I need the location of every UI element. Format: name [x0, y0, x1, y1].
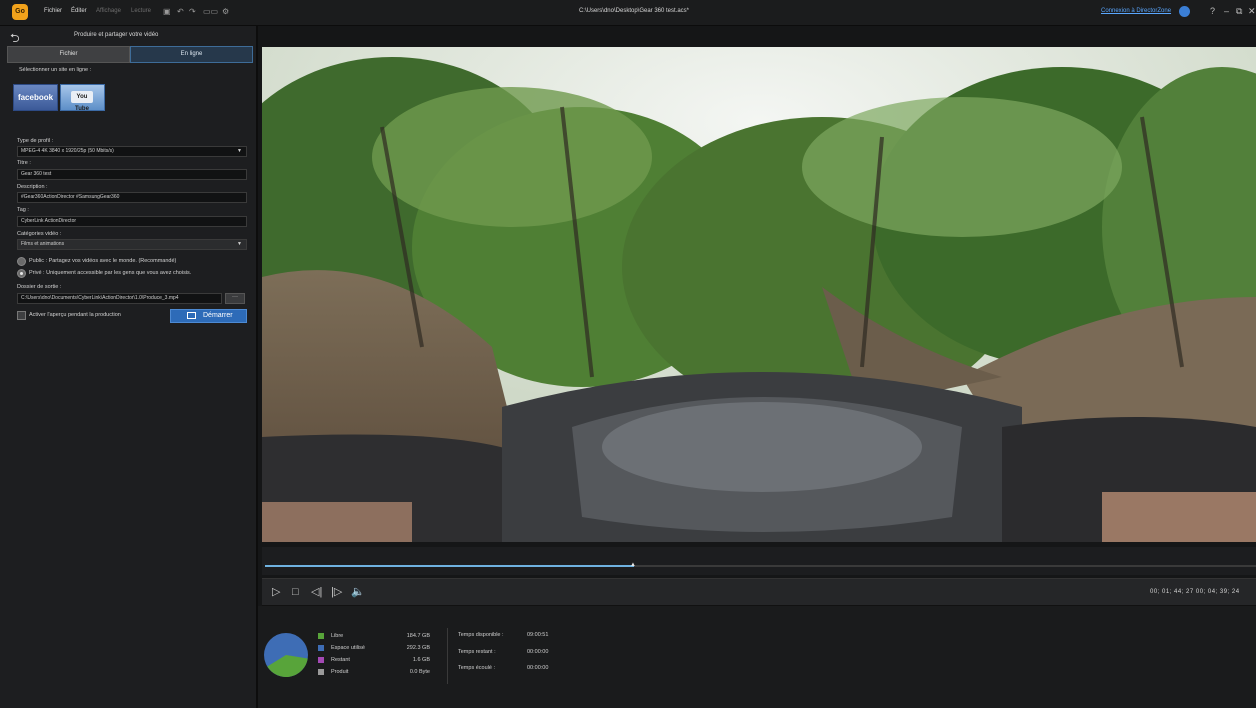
- volume-icon[interactable]: 🔈: [351, 586, 365, 598]
- youtube-logo-icon: You Tube: [71, 91, 93, 112]
- stop-icon[interactable]: □: [292, 586, 299, 598]
- produce-icon: [187, 312, 196, 319]
- youtube-site-button[interactable]: You Tube: [60, 84, 105, 112]
- legend-restant-swatch: [318, 657, 324, 663]
- minimize-button[interactable]: –: [1224, 5, 1229, 17]
- previous-frame-icon[interactable]: ◁|: [311, 586, 322, 598]
- legend-libre-label: Libre: [331, 633, 344, 639]
- close-button[interactable]: ✕: [1248, 5, 1256, 17]
- play-icon[interactable]: ▷: [272, 586, 280, 598]
- browse-button[interactable]: ···: [225, 293, 245, 304]
- output-folder-label: Dossier de sortie :: [17, 284, 62, 290]
- facebook-site-button[interactable]: facebook: [13, 84, 58, 111]
- tab-fichier[interactable]: Fichier: [7, 46, 130, 63]
- timecode-display: 00; 01; 44; 27 00; 04; 39; 24: [1150, 589, 1240, 595]
- time-elapsed-value: 00:00:00: [527, 665, 549, 671]
- redo-icon[interactable]: ↷: [189, 7, 196, 17]
- output-path-input[interactable]: C:\Users\dno\Documents\CyberLink\ActionD…: [17, 293, 222, 304]
- time-available-value: 09:00:51: [527, 632, 549, 638]
- description-input[interactable]: #Gear360ActionDirector #SamsungGear360: [17, 192, 247, 203]
- category-dropdown[interactable]: Films et animations ▼: [17, 239, 247, 250]
- panel-title: Produire et partager votre vidéo: [74, 32, 159, 38]
- menu-editer[interactable]: Éditer: [71, 8, 87, 14]
- profile-type-dropdown[interactable]: MPEG-4 4K 3840 x 1920/25p (50 Mbits/s) ▼: [17, 146, 247, 157]
- title-input[interactable]: Gear 360 test: [17, 169, 247, 180]
- category-value: Films et animations: [21, 241, 65, 247]
- preview-label: Activer l'aperçu pendant la production: [29, 312, 121, 318]
- legend-used-swatch: [318, 645, 324, 651]
- tag-input[interactable]: CyberLink ActionDirector: [17, 216, 247, 227]
- profile-type-label: Type de profil :: [17, 138, 54, 144]
- tag-label: Tag :: [17, 207, 29, 213]
- settings-gear-icon[interactable]: ⚙: [222, 7, 229, 17]
- directorzone-account-icon[interactable]: [1179, 6, 1190, 17]
- menu-fichier[interactable]: Fichier: [44, 8, 62, 14]
- site-select-label: Sélectionner un site en ligne :: [19, 67, 92, 73]
- start-button-label: Démarrer: [203, 312, 233, 319]
- snapshot-icon[interactable]: ▭▭: [203, 7, 218, 17]
- playback-controls: [262, 578, 1256, 606]
- video-preview[interactable]: [262, 47, 1256, 542]
- menu-lecture[interactable]: Lecture: [131, 8, 151, 14]
- legend-produit-swatch: [318, 669, 324, 675]
- category-label: Catégories vidéo :: [17, 231, 62, 237]
- start-button[interactable]: Démarrer: [170, 309, 247, 323]
- produce-panel: [0, 26, 258, 708]
- legend-produit-value: 0.0 Byte: [409, 669, 430, 675]
- description-label: Description :: [17, 184, 48, 190]
- disk-usage-pie-chart: [264, 633, 308, 677]
- undo-icon[interactable]: ↶: [177, 7, 184, 17]
- privacy-private-radio[interactable]: [17, 269, 26, 278]
- chevron-down-icon: ▼: [237, 241, 242, 247]
- seek-progress: [265, 565, 634, 567]
- time-remaining-label: Temps restant :: [458, 649, 496, 655]
- tab-en-ligne[interactable]: En ligne: [130, 46, 253, 63]
- time-elapsed-label: Temps écoulé :: [458, 665, 495, 671]
- help-button[interactable]: ?: [1210, 5, 1215, 17]
- privacy-public-label: Public : Partagez vos vidéos avec le mon…: [29, 258, 177, 264]
- next-frame-icon[interactable]: |▷: [331, 586, 342, 598]
- save-icon[interactable]: ▣: [163, 7, 171, 17]
- menu-affichage[interactable]: Affichage: [96, 8, 121, 14]
- legend-restant-label: Restant: [331, 657, 350, 663]
- legend-libre-value: 184.7 GB: [406, 633, 430, 639]
- title-label: Titre :: [17, 160, 31, 166]
- app-logo-icon: Go: [12, 4, 28, 20]
- window-title: C:\Users\dno\Desktop\Gear 360 test.acs*: [578, 8, 690, 14]
- seek-bar-area: [262, 547, 1256, 575]
- legend-used-value: 292.3 GB: [406, 645, 430, 651]
- chevron-down-icon: ▼: [237, 148, 242, 154]
- profile-type-value: MPEG-4 4K 3840 x 1920/25p (50 Mbits/s): [21, 148, 114, 154]
- legend-restant-value: 1.6 GB: [412, 657, 430, 663]
- preview-checkbox[interactable]: [17, 311, 26, 320]
- seek-handle[interactable]: ▲: [630, 562, 636, 568]
- maximize-button[interactable]: ⧉: [1236, 5, 1242, 17]
- legend-produit-label: Produit: [331, 669, 349, 675]
- legend-libre-swatch: [318, 633, 324, 639]
- info-divider: [447, 628, 448, 684]
- privacy-public-radio[interactable]: [17, 257, 26, 266]
- directorzone-login-link[interactable]: Connexion à DirectorZone: [1101, 8, 1171, 14]
- time-remaining-value: 00:00:00: [527, 649, 549, 655]
- video-frame-image: [262, 47, 1256, 542]
- privacy-private-label: Privé : Uniquement accessible par les ge…: [29, 270, 192, 276]
- time-available-label: Temps disponible :: [458, 632, 504, 638]
- legend-used-label: Espace utilisé: [331, 645, 365, 651]
